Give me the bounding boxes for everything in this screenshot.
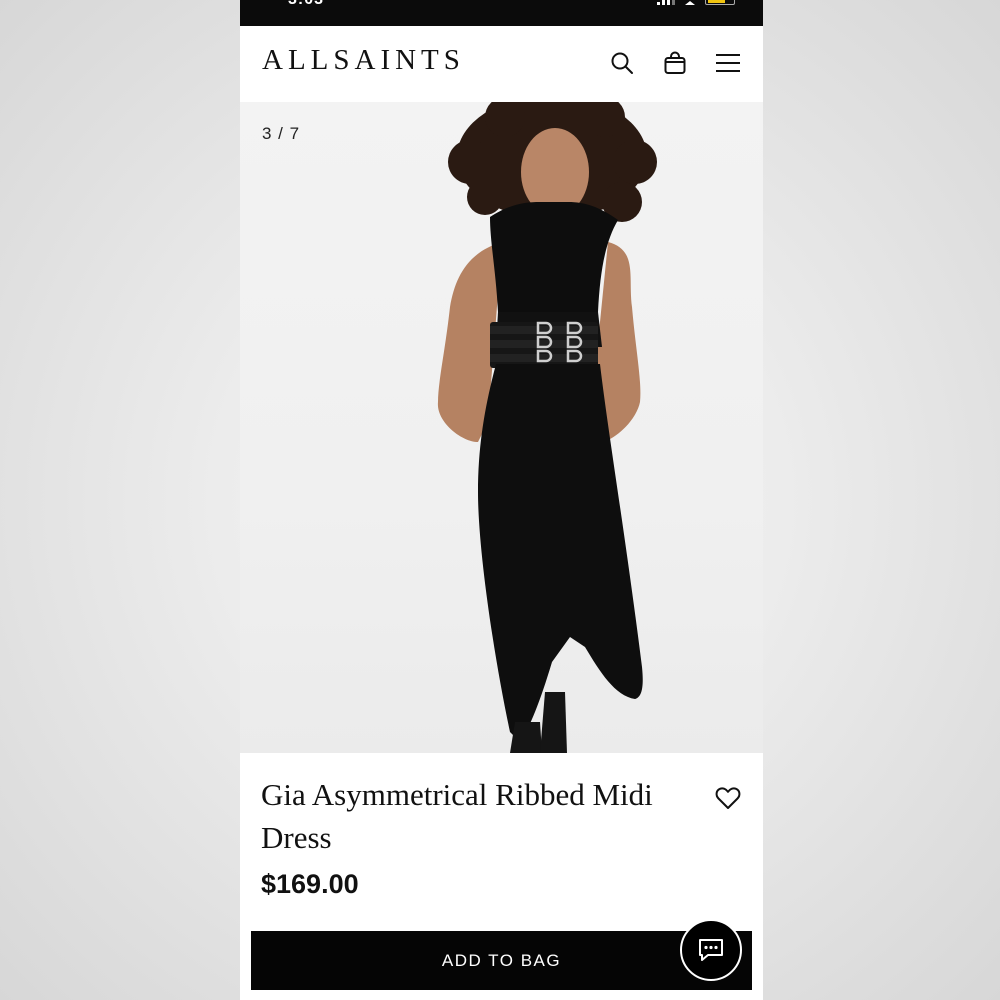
battery-icon — [705, 0, 735, 5]
product-image-gallery[interactable]: 3 / 7 — [240, 102, 763, 753]
product-info: Gia Asymmetrical Ribbed Midi Dress $169.… — [240, 753, 763, 1000]
image-counter: 3 / 7 — [262, 124, 301, 143]
phone-screen: 3:03 ALLSAINTS — [240, 0, 763, 1000]
heart-icon[interactable] — [713, 783, 743, 813]
wifi-icon — [685, 0, 695, 5]
search-icon[interactable] — [607, 48, 637, 78]
signal-icon — [657, 0, 675, 5]
product-photo — [437, 102, 657, 753]
status-bar: 3:03 — [240, 0, 763, 26]
add-to-bag-button[interactable]: ADD TO BAG — [251, 931, 752, 990]
product-price: $169.00 — [261, 869, 359, 899]
menu-icon[interactable] — [713, 48, 743, 78]
brand-logo[interactable]: ALLSAINTS — [262, 44, 465, 77]
product-title: Gia Asymmetrical Ribbed Midi Dress — [261, 777, 653, 855]
status-time: 3:03 — [288, 0, 324, 9]
chat-icon[interactable] — [680, 919, 742, 981]
bag-icon[interactable] — [660, 48, 690, 78]
site-header: ALLSAINTS — [240, 26, 763, 102]
status-icons — [657, 0, 735, 5]
